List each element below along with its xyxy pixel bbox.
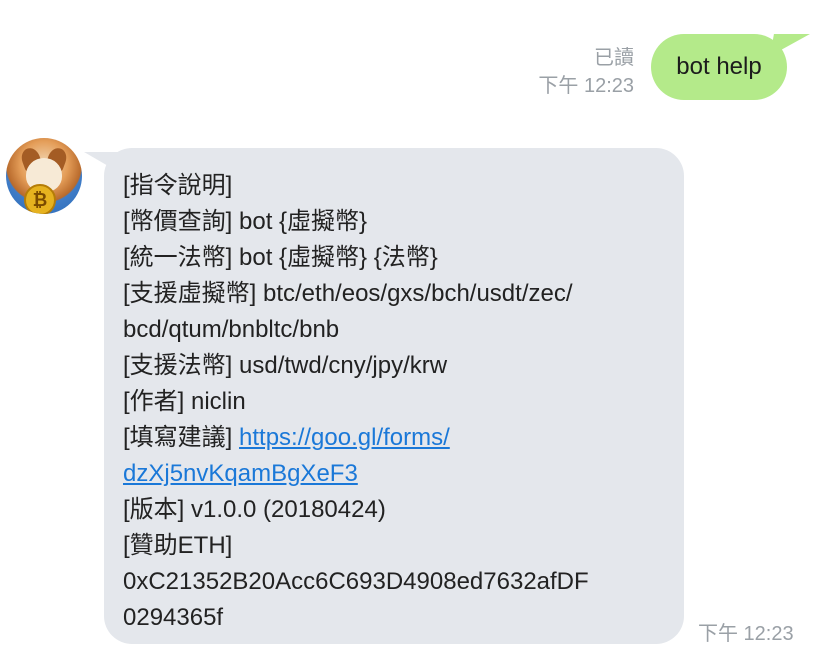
message-line: [統一法幣] bot {虛擬幣} {法幣}: [123, 244, 438, 271]
message-line: [支援法幣] usd/twd/cny/jpy/krw: [123, 352, 448, 379]
feedback-label: [填寫建議]: [123, 424, 240, 451]
incoming-timestamp: 下午 12:23: [698, 623, 794, 645]
chat-window: 已讀 下午 12:23 bot help ₿ [指令說明] [幣價查詢] bot…: [0, 0, 822, 664]
read-receipt: 已讀: [594, 47, 634, 69]
message-line: [指令說明]: [123, 172, 233, 199]
eth-address-line: 0xC21352B20Acc6C693D4908ed7632afDF: [123, 568, 589, 595]
message-line: [支援虛擬幣] btc/eth/eos/gxs/bch/usdt/zec/: [123, 280, 573, 307]
bitcoin-coin-icon: ₿: [24, 184, 56, 214]
outgoing-meta: 已讀 下午 12:23: [538, 44, 634, 100]
incoming-message-bubble[interactable]: [指令說明] [幣價查詢] bot {虛擬幣} [統一法幣] bot {虛擬幣}…: [104, 148, 684, 644]
feedback-line: [填寫建議] https://goo.gl/forms/: [123, 420, 666, 456]
feedback-form-link-continued[interactable]: dzXj5nvKqamBgXeF3: [123, 460, 358, 487]
feedback-form-link[interactable]: https://goo.gl/forms/: [239, 424, 450, 451]
version-line: [版本] v1.0.0 (20180424): [123, 496, 386, 523]
message-line: bcd/qtum/bnbltc/bnb: [123, 316, 340, 343]
sponsor-label: [贊助ETH]: [123, 532, 233, 559]
bot-avatar[interactable]: ₿: [6, 138, 82, 214]
eth-address-line-continued: 0294365f: [123, 604, 224, 631]
outgoing-message-bubble[interactable]: bot help: [651, 34, 787, 100]
message-line: [幣價查詢] bot {虛擬幣}: [123, 208, 368, 235]
outgoing-timestamp: 下午 12:23: [538, 75, 634, 97]
feedback-link-continued: dzXj5nvKqamBgXeF3: [123, 456, 666, 492]
message-line: [作者] niclin: [123, 388, 246, 415]
